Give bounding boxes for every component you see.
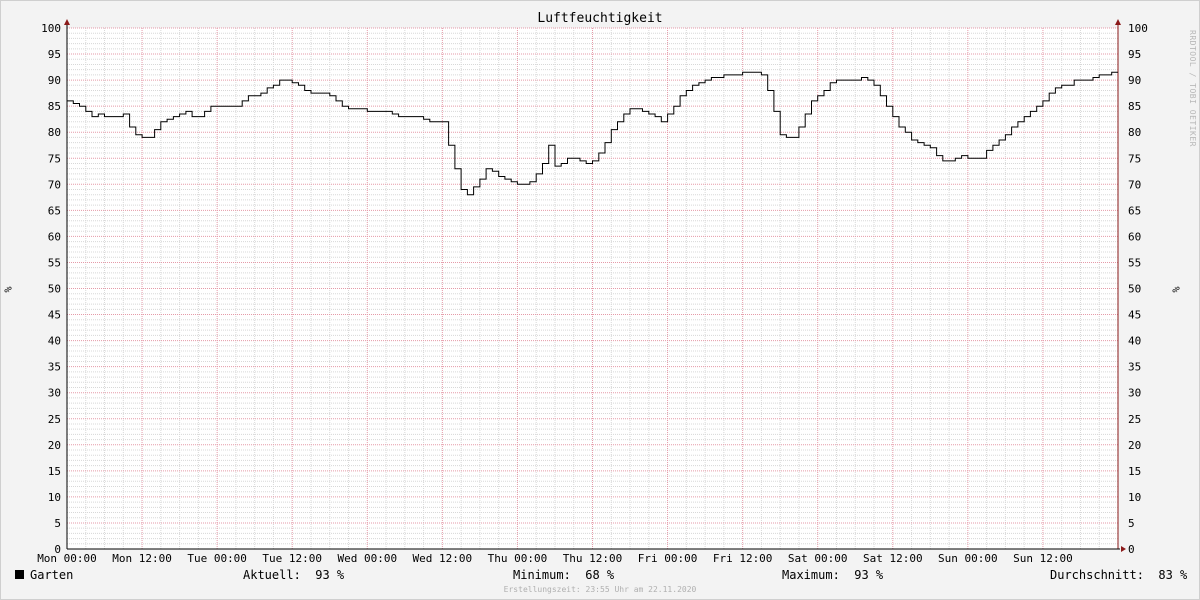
y-tick-label: 25 [1128, 413, 1141, 426]
y-tick-label: 65 [48, 204, 61, 217]
stat-durchschnitt: Durchschnitt: 83 % [1050, 568, 1187, 582]
y-tick-label: 45 [48, 309, 61, 322]
y-tick-label: 40 [48, 335, 61, 348]
x-tick-label: Wed 12:00 [413, 552, 473, 565]
y-tick-label: 35 [48, 361, 61, 374]
stat-minimum: Minimum: 68 % [513, 568, 614, 582]
y-tick-label: 50 [48, 283, 61, 296]
stat-aktuell: Aktuell: 93 % [243, 568, 344, 582]
y-tick-label: 30 [48, 387, 61, 400]
y-tick-label: 75 [48, 152, 61, 165]
y-axis-label-right: % [1169, 286, 1181, 293]
x-tick-label: Sat 12:00 [863, 552, 923, 565]
y-tick-label: 95 [48, 48, 61, 61]
y-tick-label: 30 [1128, 387, 1141, 400]
rrdtool-watermark: RRDTOOL / TOBI OETIKER [1188, 30, 1197, 147]
stat-maximum: Maximum: 93 % [782, 568, 883, 582]
y-tick-label: 0 [1128, 543, 1135, 556]
y-tick-label: 85 [48, 100, 61, 113]
x-tick-label: Sun 00:00 [938, 552, 998, 565]
y-tick-label: 10 [1128, 491, 1141, 504]
x-tick-label: Tue 12:00 [262, 552, 322, 565]
y-tick-label: 5 [1128, 517, 1135, 530]
y-tick-label: 80 [1128, 126, 1141, 139]
y-tick-labels-left: 0510152025303540455055606570758085909510… [41, 22, 61, 556]
x-tick-label: Sun 12:00 [1013, 552, 1073, 565]
stat-minimum-label: Minimum: [513, 568, 571, 582]
y-tick-label: 25 [48, 413, 61, 426]
y-tick-label: 20 [48, 439, 61, 452]
legend-swatch-garten [15, 570, 24, 579]
y-tick-label: 60 [1128, 230, 1141, 243]
y-tick-label: 90 [48, 74, 61, 87]
y-axis-label-left: % [1, 286, 13, 293]
y-tick-label: 35 [1128, 361, 1141, 374]
y-tick-label: 10 [48, 491, 61, 504]
x-tick-label: Sat 00:00 [788, 552, 848, 565]
y-tick-label: 80 [48, 126, 61, 139]
x-tick-label: Fri 12:00 [713, 552, 773, 565]
y-tick-label: 75 [1128, 152, 1141, 165]
x-tick-label: Mon 00:00 [37, 552, 97, 565]
y-tick-label: 70 [48, 178, 61, 191]
y-tick-label: 55 [48, 256, 61, 269]
y-tick-label: 20 [1128, 439, 1141, 452]
x-tick-label: Wed 00:00 [337, 552, 397, 565]
x-tick-label: Mon 12:00 [112, 552, 172, 565]
stat-aktuell-label: Aktuell: [243, 568, 301, 582]
legend-series-name: Garten [30, 568, 74, 582]
y-tick-label: 85 [1128, 100, 1141, 113]
y-tick-label: 60 [48, 230, 61, 243]
stat-aktuell-value: 93 % [315, 568, 345, 582]
stat-maximum-value: 93 % [854, 568, 884, 582]
y-tick-label: 55 [1128, 256, 1141, 269]
chart-title: Luftfeuchtigkeit [537, 11, 663, 26]
y-tick-label: 90 [1128, 74, 1141, 87]
x-axis-arrow [1121, 546, 1126, 552]
stat-minimum-value: 68 % [585, 568, 615, 582]
y-tick-label: 70 [1128, 178, 1141, 191]
y-tick-label: 65 [1128, 204, 1141, 217]
y-tick-label: 95 [1128, 48, 1141, 61]
x-tick-label: Thu 12:00 [563, 552, 623, 565]
x-tick-label: Tue 00:00 [187, 552, 247, 565]
y-tick-label: 45 [1128, 309, 1141, 322]
y-tick-label: 50 [1128, 283, 1141, 296]
y-tick-labels-right: 0510152025303540455055606570758085909510… [1128, 22, 1148, 556]
x-tick-label: Fri 00:00 [638, 552, 698, 565]
generation-timestamp: Erstellungszeit: 23:55 Uhr am 22.11.2020 [503, 585, 697, 594]
stat-durchschnitt-label: Durchschnitt: [1050, 568, 1144, 582]
y-tick-label: 5 [54, 517, 61, 530]
x-tick-labels: Mon 00:00 Mon 12:00 Tue 00:00 Tue 12:00 Wed … [37, 552, 1073, 565]
stat-durchschnitt-value: 83 % [1158, 568, 1188, 582]
stat-maximum-label: Maximum: [782, 568, 840, 582]
y-tick-label: 40 [1128, 335, 1141, 348]
y-tick-label: 15 [1128, 465, 1141, 478]
y-tick-label: 15 [48, 465, 61, 478]
x-tick-label: Thu 00:00 [488, 552, 548, 565]
humidity-chart: 0 5 10 15 20 25 30 35 40 45 50 55 60 65 70 75 80 85 90 95 10… [37, 19, 1148, 565]
